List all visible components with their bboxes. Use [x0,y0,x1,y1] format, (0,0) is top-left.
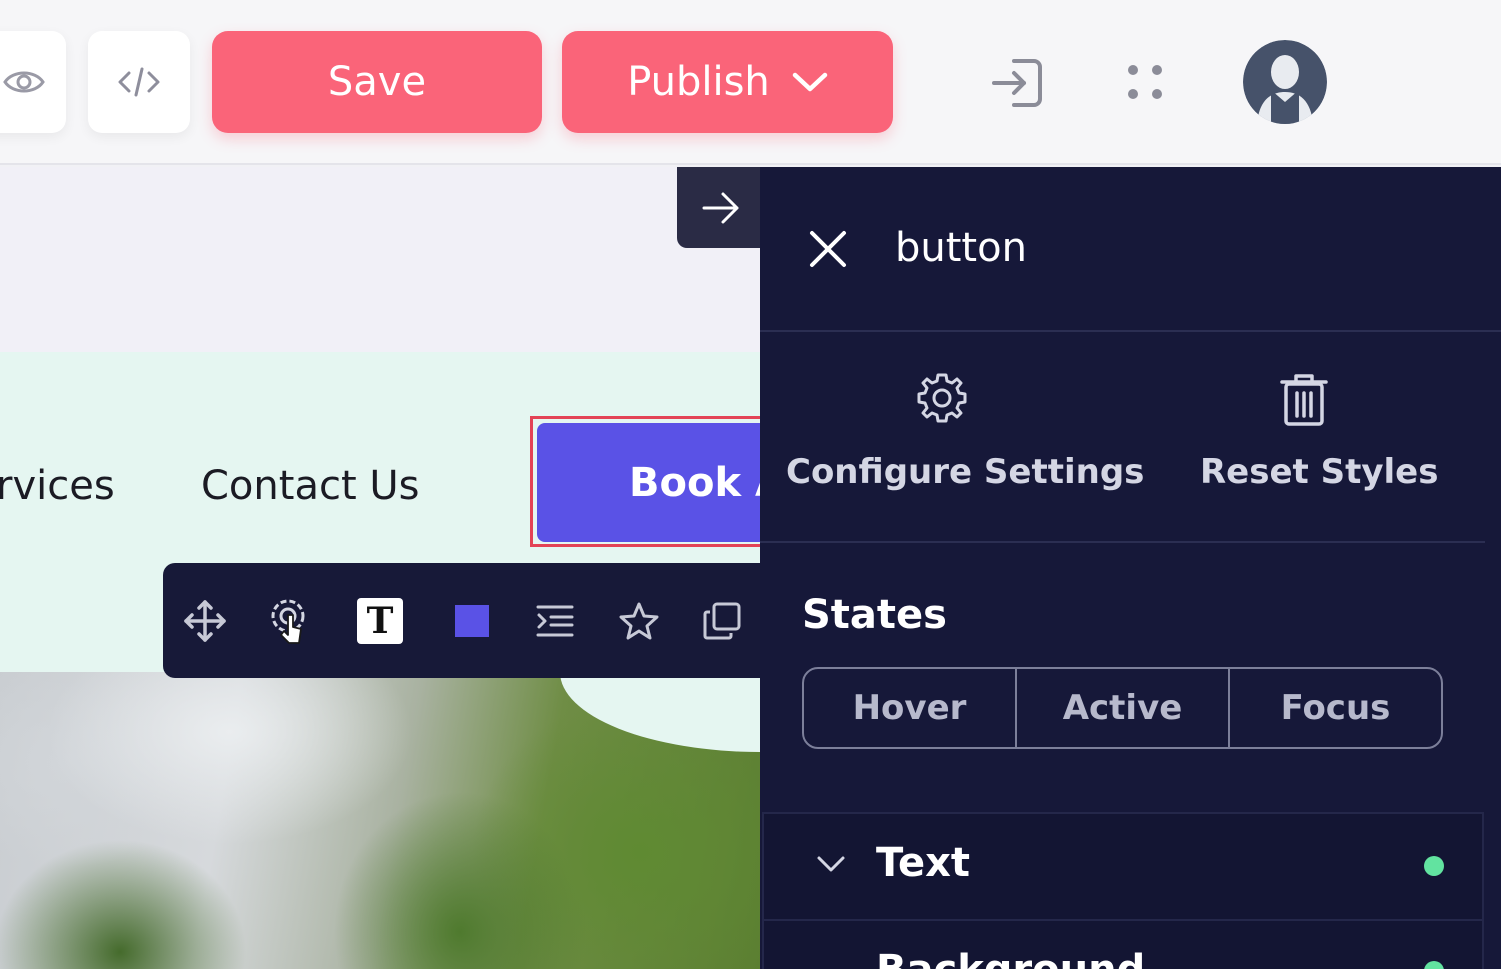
move-button[interactable] [182,598,228,644]
move-icon [184,600,226,642]
book-appointment-button[interactable]: Book A [537,423,777,542]
user-silhouette-icon [1243,40,1327,124]
settings-icon [267,595,309,647]
avatar[interactable] [1243,40,1327,124]
chevron-down-icon [816,854,846,878]
text-icon: T [366,600,394,642]
code-icon [117,65,161,99]
state-hover-button[interactable]: Hover [804,669,1015,747]
indent-icon [536,604,574,638]
preview-button[interactable] [0,31,66,133]
status-dot [1424,856,1444,876]
eye-icon [3,67,45,97]
section-text-header[interactable]: Text [762,812,1484,921]
code-view-button[interactable] [88,31,190,133]
trash-icon [1280,372,1328,432]
style-panel: button Configure Settings Reset Styles S… [760,167,1501,969]
configure-settings-label: Configure Settings [786,452,1145,492]
text-style-button[interactable]: T [357,598,403,644]
collapse-panel-button[interactable] [677,167,765,248]
background-color-button[interactable] [449,598,495,644]
top-toolbar: Save Publish [0,0,1501,165]
arrow-right-icon [701,191,741,225]
save-button[interactable]: Save [212,31,542,133]
section-background-header[interactable]: Background [762,919,1484,969]
sign-in-icon [990,55,1046,111]
chevron-down-icon [792,71,828,93]
panel-title: button [895,225,1027,271]
canvas-background [0,167,760,352]
configure-settings-button[interactable]: Configure Settings [786,367,1144,507]
color-swatch [455,605,489,637]
reset-styles-label: Reset Styles [1200,452,1439,492]
grid-dots-icon [1124,62,1166,102]
duplicate-icon [702,601,742,641]
states-heading: States [802,592,947,638]
duplicate-button[interactable] [699,598,745,644]
publish-button[interactable]: Publish [562,31,893,133]
book-button-label: Book A [629,459,777,506]
publish-button-label: Publish [627,59,770,105]
reset-styles-button[interactable]: Reset Styles [1190,367,1460,507]
element-toolbar: T [163,563,783,678]
gear-icon [916,372,968,428]
element-settings-button[interactable] [265,598,311,644]
nav-link-contact[interactable]: Contact Us [201,463,419,509]
exit-editor-button[interactable] [990,55,1046,115]
apps-menu-button[interactable] [1124,62,1166,106]
save-button-label: Save [327,59,427,105]
favorite-button[interactable] [616,598,662,644]
state-active-button[interactable]: Active [1015,669,1228,747]
states-segmented-control: Hover Active Focus [802,667,1443,749]
status-dot [1424,961,1444,969]
section-background-label: Background [876,947,1145,969]
divider [760,541,1485,543]
nav-link-services[interactable]: rvices [0,463,115,509]
divider [760,330,1501,332]
close-icon [808,229,848,269]
state-focus-button[interactable]: Focus [1228,669,1441,747]
section-text-label: Text [876,840,971,886]
star-icon [619,602,659,640]
spacing-button[interactable] [532,598,578,644]
close-panel-button[interactable] [808,229,848,269]
